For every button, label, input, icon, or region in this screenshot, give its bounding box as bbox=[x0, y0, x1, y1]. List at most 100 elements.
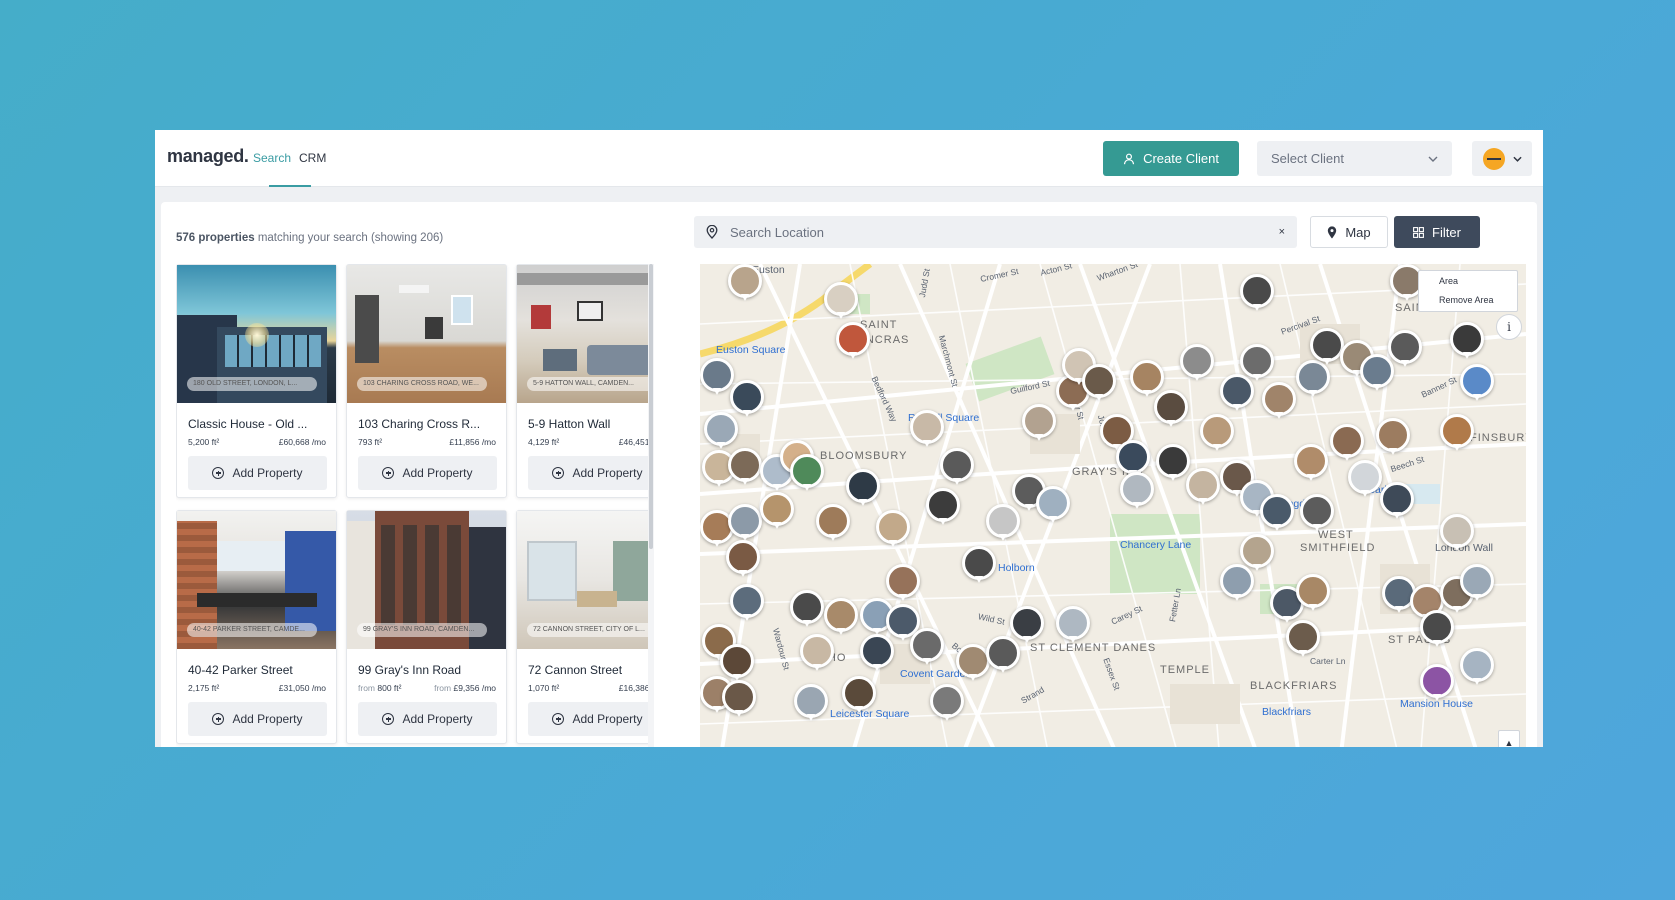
map-property-pin[interactable] bbox=[794, 684, 828, 722]
property-title[interactable]: 5-9 Hatton Wall bbox=[528, 417, 648, 431]
map-property-pin[interactable] bbox=[846, 469, 880, 507]
map-property-pin[interactable] bbox=[910, 628, 944, 666]
map-property-pin[interactable] bbox=[836, 322, 870, 360]
map-property-pin[interactable] bbox=[1200, 414, 1234, 452]
map-property-pin[interactable] bbox=[1120, 472, 1154, 510]
map-property-pin[interactable] bbox=[1260, 494, 1294, 532]
card-list-scrollbar[interactable] bbox=[648, 264, 654, 747]
map-property-pin[interactable] bbox=[1010, 606, 1044, 644]
map-property-pin[interactable] bbox=[956, 644, 990, 682]
map-property-pin[interactable] bbox=[824, 598, 858, 636]
property-title[interactable]: 72 Cannon Street bbox=[528, 663, 648, 677]
map-property-pin[interactable] bbox=[760, 492, 794, 530]
add-property-button[interactable]: Add Property bbox=[358, 456, 497, 490]
map-property-pin[interactable] bbox=[876, 510, 910, 548]
map-property-pin[interactable] bbox=[700, 358, 734, 396]
map-toggle-button[interactable]: Map bbox=[1310, 216, 1388, 248]
map-property-pin[interactable] bbox=[728, 504, 762, 542]
map-property-pin[interactable] bbox=[1300, 494, 1334, 532]
map-property-pin[interactable] bbox=[1082, 364, 1116, 402]
property-title[interactable]: Classic House - Old ... bbox=[188, 417, 328, 431]
map-property-pin[interactable] bbox=[1310, 328, 1344, 366]
property-card[interactable]: 180 OLD STREET, LONDON, L... Classic Hou… bbox=[176, 264, 337, 498]
draw-area-option[interactable]: Area bbox=[1439, 276, 1458, 286]
map-property-pin[interactable] bbox=[1156, 444, 1190, 482]
create-client-button[interactable]: Create Client bbox=[1103, 141, 1239, 176]
map-property-pin[interactable] bbox=[790, 454, 824, 492]
map-property-pin[interactable] bbox=[1388, 330, 1422, 368]
map-property-pin[interactable] bbox=[1380, 482, 1414, 520]
filter-button[interactable]: Filter bbox=[1394, 216, 1480, 248]
map-property-pin[interactable] bbox=[842, 676, 876, 714]
property-title[interactable]: 99 Gray's Inn Road bbox=[358, 663, 498, 677]
property-card[interactable]: 72 CANNON STREET, CITY OF L... 72 Cannon… bbox=[516, 510, 648, 744]
map-property-pin[interactable] bbox=[1294, 444, 1328, 482]
property-card[interactable]: 40-42 PARKER STREET, CAMDE... 40-42 Park… bbox=[176, 510, 337, 744]
map-property-pin[interactable] bbox=[1154, 390, 1188, 428]
tab-crm[interactable]: CRM bbox=[299, 151, 326, 165]
property-card[interactable]: 5-9 HATTON WALL, CAMDEN... 5-9 Hatton Wa… bbox=[516, 264, 648, 498]
map-property-pin[interactable] bbox=[1330, 424, 1364, 462]
map-property-pin[interactable] bbox=[1440, 514, 1474, 552]
map-property-pin[interactable] bbox=[1240, 344, 1274, 382]
map-property-pin[interactable] bbox=[1440, 414, 1474, 452]
map-property-pin[interactable] bbox=[728, 448, 762, 486]
map-property-pin[interactable] bbox=[1420, 610, 1454, 648]
map-property-pin[interactable] bbox=[1348, 460, 1382, 498]
map-property-pin[interactable] bbox=[1240, 274, 1274, 312]
map-property-pin[interactable] bbox=[1420, 664, 1454, 702]
property-title[interactable]: 103 Charing Cross R... bbox=[358, 417, 498, 431]
map-property-pin[interactable] bbox=[1036, 486, 1070, 524]
map-property-pin[interactable] bbox=[1286, 620, 1320, 658]
draw-area-panel[interactable]: Area Remove Area bbox=[1418, 270, 1518, 312]
map-property-pin[interactable] bbox=[886, 564, 920, 602]
close-icon[interactable]: × bbox=[1279, 226, 1285, 238]
map-property-pin[interactable] bbox=[1056, 606, 1090, 644]
add-property-button[interactable]: Add Property bbox=[358, 702, 497, 736]
map-property-pin[interactable] bbox=[1460, 564, 1494, 602]
property-card[interactable]: 99 GRAY'S INN ROAD, CAMDEN... 99 Gray's … bbox=[346, 510, 507, 744]
map-property-pin[interactable] bbox=[926, 488, 960, 526]
map-property-pin[interactable] bbox=[1460, 364, 1494, 402]
map-property-pin[interactable] bbox=[1262, 382, 1296, 420]
property-title[interactable]: 40-42 Parker Street bbox=[188, 663, 328, 677]
map-property-pin[interactable] bbox=[824, 282, 858, 320]
search-location-input[interactable]: Search Location × bbox=[694, 216, 1297, 248]
select-client-dropdown[interactable]: Select Client bbox=[1257, 141, 1452, 176]
property-card[interactable]: 103 CHARING CROSS ROAD, WE... 103 Charin… bbox=[346, 264, 507, 498]
map-property-pin[interactable] bbox=[1376, 418, 1410, 456]
map-zoom-control[interactable]: ▲ bbox=[1498, 730, 1520, 747]
map-property-pin[interactable] bbox=[1220, 564, 1254, 602]
scrollbar-thumb[interactable] bbox=[649, 264, 653, 549]
map-property-pin[interactable] bbox=[728, 264, 762, 302]
map-property-pin[interactable] bbox=[910, 410, 944, 448]
map-property-pin[interactable] bbox=[1180, 344, 1214, 382]
map-property-pin[interactable] bbox=[730, 584, 764, 622]
map-property-pin[interactable] bbox=[1022, 404, 1056, 442]
map-property-pin[interactable] bbox=[962, 546, 996, 584]
map-property-pin[interactable] bbox=[1460, 648, 1494, 686]
add-property-button[interactable]: Add Property bbox=[188, 456, 327, 490]
map-property-pin[interactable] bbox=[1296, 574, 1330, 612]
add-property-button[interactable]: Add Property bbox=[188, 702, 327, 736]
map-property-pin[interactable] bbox=[722, 680, 756, 718]
account-menu[interactable] bbox=[1472, 141, 1532, 176]
map-property-pin[interactable] bbox=[940, 448, 974, 486]
map-property-pin[interactable] bbox=[726, 540, 760, 578]
map-property-pin[interactable] bbox=[930, 684, 964, 722]
remove-area-option[interactable]: Remove Area bbox=[1439, 295, 1494, 305]
map-property-pin[interactable] bbox=[704, 412, 738, 450]
map-property-pin[interactable] bbox=[790, 590, 824, 628]
property-map[interactable]: Euston Euston Square SAINT PANCRAS BLOOM… bbox=[700, 264, 1526, 747]
add-property-button[interactable]: Add Property bbox=[528, 702, 648, 736]
add-property-button[interactable]: Add Property bbox=[528, 456, 648, 490]
property-address: 40-42 PARKER STREET, CAMDE... bbox=[187, 623, 317, 637]
map-property-pin[interactable] bbox=[800, 634, 834, 672]
map-property-pin[interactable] bbox=[1450, 322, 1484, 360]
info-icon[interactable]: i bbox=[1496, 314, 1522, 340]
map-property-pin[interactable] bbox=[816, 504, 850, 542]
brand-logo[interactable]: managed. bbox=[167, 146, 249, 167]
map-property-pin[interactable] bbox=[860, 634, 894, 672]
tab-search[interactable]: Search bbox=[253, 151, 291, 165]
map-property-pin[interactable] bbox=[1186, 468, 1220, 506]
